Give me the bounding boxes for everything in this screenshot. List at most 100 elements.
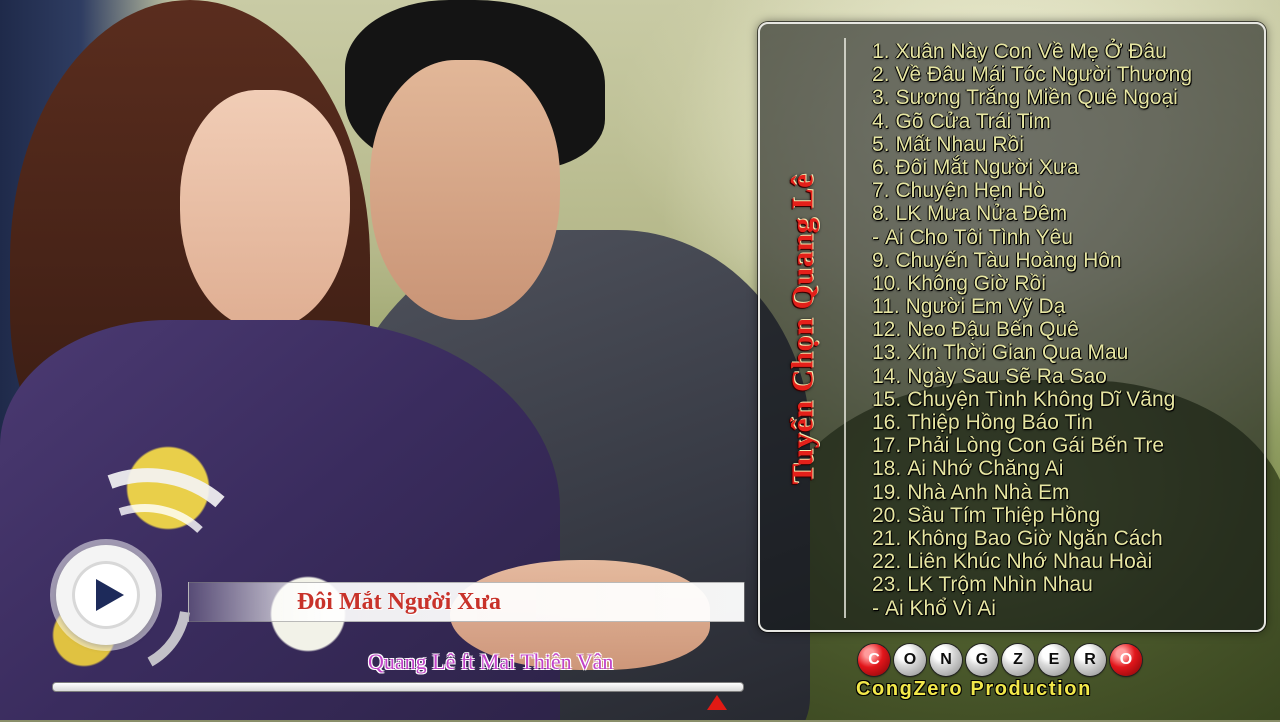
- track-title: Liên Khúc Nhớ Nhau Hoài: [907, 550, 1153, 574]
- logo-letter: O: [1110, 644, 1142, 676]
- progress-bar[interactable]: [52, 682, 744, 692]
- panel-title: Tuyển Chọn Quang Lê: [784, 173, 820, 485]
- track-title: Thiệp Hồng Báo Tin: [907, 411, 1093, 434]
- track-item[interactable]: 12. Neo Đậu Bến Quê: [872, 318, 1192, 341]
- track-item[interactable]: - Ai Cho Tôi Tình Yêu: [872, 226, 1192, 249]
- tracklist-panel: Tuyển Chọn Quang Lê 1. Xuân Này Con Về Mẹ…: [758, 22, 1266, 632]
- logo-letter: O: [894, 644, 926, 676]
- track-number: 15.: [872, 387, 902, 411]
- track-number: 20.: [872, 503, 902, 527]
- track-number: 10.: [872, 271, 902, 295]
- track-number: 17.: [872, 434, 902, 458]
- track-item[interactable]: 21. Không Bao Giờ Ngăn Cách: [872, 527, 1192, 550]
- track-title: Sầu Tím Thiệp Hồng: [907, 503, 1101, 527]
- logo-letter: E: [1038, 644, 1070, 676]
- track-item[interactable]: 18. Ai Nhớ Chăng Ai: [872, 457, 1192, 480]
- now-playing-box: Đôi Mắt Người Xưa: [188, 582, 745, 622]
- track-item[interactable]: 6. Đôi Mắt Người Xưa: [872, 156, 1192, 179]
- track-title: Người Em Vỹ Dạ: [905, 295, 1066, 319]
- congzero-logo: CONGZERO CongZero Production: [856, 644, 1168, 712]
- track-title: Ai Khổ Vì Ai: [885, 596, 996, 620]
- track-title: Gõ Cửa Trái Tim: [895, 109, 1051, 133]
- singer-male-face: [370, 60, 560, 320]
- track-item[interactable]: 22. Liên Khúc Nhớ Nhau Hoài: [872, 550, 1192, 573]
- track-item[interactable]: 17. Phải Lòng Con Gái Bến Tre: [872, 434, 1192, 457]
- track-item[interactable]: 15. Chuyện Tình Không Dĩ Vãng: [872, 388, 1192, 411]
- track-item[interactable]: 16. Thiệp Hồng Báo Tin: [872, 411, 1192, 434]
- track-title: Xin Thời Gian Qua Mau: [907, 341, 1129, 365]
- track-number: 12.: [872, 318, 902, 342]
- logo-letter: C: [858, 644, 890, 676]
- track-number: 11.: [872, 295, 900, 319]
- track-number: 6.: [872, 155, 890, 179]
- track-item[interactable]: 8. LK Mưa Nửa Đêm: [872, 202, 1192, 225]
- track-title: Không Giờ Rồi: [907, 271, 1046, 295]
- panel-divider: [844, 38, 846, 618]
- play-button-inner: [72, 561, 140, 629]
- track-number: 13.: [872, 341, 902, 365]
- track-number: 23.: [872, 573, 902, 597]
- track-item[interactable]: - Ai Khổ Vì Ai: [872, 597, 1192, 620]
- track-item[interactable]: 7. Chuyện Hẹn Hò: [872, 179, 1192, 202]
- progress-marker-icon[interactable]: [707, 695, 727, 710]
- track-number: 2.: [872, 63, 890, 87]
- logo-letter: N: [930, 644, 962, 676]
- track-item[interactable]: 5. Mất Nhau Rồi: [872, 133, 1192, 156]
- play-icon: [96, 579, 124, 611]
- track-item[interactable]: 23. LK Trộm Nhìn Nhau: [872, 573, 1192, 596]
- track-title: Không Bao Giờ Ngăn Cách: [907, 526, 1163, 550]
- singer-female-face: [180, 90, 350, 330]
- track-title: Chuyện Hẹn Hò: [895, 179, 1045, 203]
- track-number: 14.: [872, 364, 902, 388]
- track-title: Về Đâu Mái Tóc Người Thương: [895, 63, 1193, 87]
- track-title: Mất Nhau Rồi: [895, 132, 1024, 156]
- track-item[interactable]: 10. Không Giờ Rồi: [872, 272, 1192, 295]
- track-title: Neo Đậu Bến Quê: [907, 318, 1079, 342]
- logo-letter-balls: CONGZERO: [858, 644, 1168, 676]
- logo-letter: G: [966, 644, 998, 676]
- logo-letter: Z: [1002, 644, 1034, 676]
- track-title: Chuyện Tình Không Dĩ Vãng: [907, 387, 1176, 411]
- track-number: -: [872, 596, 879, 620]
- play-button[interactable]: [56, 545, 156, 645]
- track-item[interactable]: 3. Sương Trắng Miền Quê Ngoại: [872, 86, 1192, 109]
- track-number: 7.: [872, 179, 890, 203]
- track-number: 21.: [872, 526, 902, 550]
- now-playing-title: Đôi Mắt Người Xưa: [296, 589, 502, 615]
- track-number: 3.: [872, 86, 890, 110]
- track-title: Nhà Anh Nhà Em: [907, 480, 1070, 504]
- track-number: 8.: [872, 202, 890, 226]
- track-item[interactable]: 1. Xuân Này Con Về Mẹ Ở Đâu: [872, 40, 1192, 63]
- track-number: -: [872, 225, 879, 249]
- artist-label: Quang Lê ft Mai Thiên Vân: [368, 649, 614, 674]
- track-item[interactable]: 9. Chuyến Tàu Hoàng Hôn: [872, 249, 1192, 272]
- track-title: LK Mưa Nửa Đêm: [895, 202, 1068, 226]
- track-number: 5.: [872, 132, 890, 156]
- track-item[interactable]: 19. Nhà Anh Nhà Em: [872, 481, 1192, 504]
- track-title: Ai Nhớ Chăng Ai: [907, 457, 1064, 481]
- track-title: Sương Trắng Miền Quê Ngoại: [895, 86, 1178, 110]
- track-item[interactable]: 20. Sầu Tím Thiệp Hồng: [872, 504, 1192, 527]
- logo-caption: CongZero Production: [856, 678, 1092, 700]
- track-item[interactable]: 4. Gõ Cửa Trái Tim: [872, 110, 1192, 133]
- track-title: Ngày Sau Sẽ Ra Sao: [907, 364, 1107, 388]
- track-number: 18.: [872, 457, 902, 481]
- track-item[interactable]: 2. Về Đâu Mái Tóc Người Thương: [872, 63, 1192, 86]
- track-item[interactable]: 11. Người Em Vỹ Dạ: [872, 295, 1192, 318]
- track-list: 1. Xuân Này Con Về Mẹ Ở Đâu 2. Về Đâu Mái T…: [872, 40, 1192, 620]
- track-number: 4.: [872, 109, 890, 133]
- track-number: 1.: [872, 40, 890, 63]
- track-item[interactable]: 14. Ngày Sau Sẽ Ra Sao: [872, 365, 1192, 388]
- track-title: Phải Lòng Con Gái Bến Tre: [907, 434, 1165, 458]
- track-title: LK Trộm Nhìn Nhau: [907, 573, 1093, 597]
- track-title: Xuân Này Con Về Mẹ Ở Đâu: [895, 40, 1167, 63]
- track-number: 22.: [872, 550, 902, 574]
- track-number: 9.: [872, 248, 890, 272]
- logo-letter: R: [1074, 644, 1106, 676]
- track-title: Đôi Mắt Người Xưa: [895, 155, 1079, 179]
- track-number: 19.: [872, 480, 902, 504]
- track-title: Chuyến Tàu Hoàng Hôn: [895, 248, 1122, 272]
- track-title: Ai Cho Tôi Tình Yêu: [885, 225, 1073, 249]
- panel-title-wrap: Tuyển Chọn Quang Lê: [760, 24, 844, 634]
- track-item[interactable]: 13. Xin Thời Gian Qua Mau: [872, 341, 1192, 364]
